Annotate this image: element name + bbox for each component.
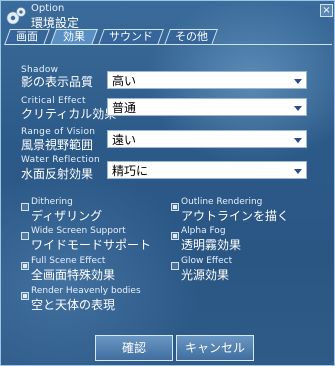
- tab-label: サウンド: [109, 30, 153, 43]
- tab-bar: 画面 効果 サウンド その他: [4, 29, 332, 45]
- chevron-down-icon: [294, 138, 302, 143]
- critical-effect-select[interactable]: 普通: [107, 98, 307, 116]
- water-reflection-select[interactable]: 精巧に: [107, 161, 307, 179]
- outline-rendering-label: アウトラインを描く: [181, 209, 290, 223]
- full-scene-effect-checkbox[interactable]: [21, 262, 29, 270]
- alpha-fog-label-en: Alpha Fog: [181, 226, 226, 236]
- tab-effects[interactable]: 効果: [50, 29, 98, 45]
- close-button[interactable]: ×: [320, 4, 333, 17]
- cancel-button[interactable]: キャンセル: [176, 335, 254, 361]
- window-title-english: Option: [31, 3, 65, 14]
- alpha-fog-checkbox[interactable]: [171, 232, 179, 240]
- chevron-down-icon: [294, 169, 302, 174]
- glow-effect-label: 光源効果: [181, 268, 230, 282]
- select-value: 高い: [112, 74, 137, 88]
- glow-effect-checkbox[interactable]: [171, 262, 179, 270]
- water-reflection-label-en: Water Reflection: [21, 155, 101, 165]
- tab-label: 効果: [63, 30, 85, 43]
- chevron-down-icon: [294, 79, 302, 84]
- wide-screen-checkbox[interactable]: [21, 232, 29, 240]
- glow-effect-label-en: Glow Effect: [181, 256, 233, 266]
- title-bar[interactable]: Option 環境設定 ×: [1, 1, 335, 31]
- confirm-button[interactable]: 確認: [95, 335, 173, 361]
- shadow-select[interactable]: 高い: [107, 71, 307, 89]
- range-of-vision-select[interactable]: 遠い: [107, 130, 307, 148]
- outline-rendering-checkbox[interactable]: [171, 203, 179, 211]
- tab-screen[interactable]: 画面: [4, 29, 50, 45]
- gear-icon: [6, 7, 26, 25]
- heavenly-bodies-label: 空と天体の表現: [31, 298, 116, 312]
- chevron-down-icon: [294, 106, 302, 111]
- shadow-label: 影の表示品質: [21, 75, 94, 89]
- select-value: 遠い: [112, 133, 137, 147]
- heavenly-bodies-checkbox[interactable]: [21, 292, 29, 300]
- range-of-vision-label: 風景視野範囲: [21, 138, 94, 152]
- outline-rendering-label-en: Outline Rendering: [181, 197, 263, 207]
- wide-screen-label: ワイドモードサポート: [31, 238, 152, 252]
- tab-label: その他: [174, 30, 208, 43]
- select-value: 精巧に: [112, 164, 149, 178]
- water-reflection-label: 水面反射効果: [21, 167, 94, 181]
- tab-label: 画面: [16, 30, 38, 43]
- full-scene-effect-label: 全画面特殊効果: [31, 268, 116, 282]
- wide-screen-label-en: Wide Screen Support: [31, 226, 126, 236]
- select-value: 普通: [112, 101, 137, 115]
- dithering-checkbox[interactable]: [21, 203, 29, 211]
- tab-sound[interactable]: サウンド: [98, 29, 164, 45]
- alpha-fog-label: 透明霧効果: [181, 238, 242, 252]
- critical-effect-label: クリティカル効果: [21, 107, 117, 121]
- full-scene-effect-label-en: Full Scene Effect: [31, 256, 106, 266]
- option-window: Option 環境設定 × 画面 効果 サウンド その他 Shadow 影の表示…: [0, 0, 335, 366]
- heavenly-bodies-label-en: Render Heavenly bodies: [31, 286, 141, 296]
- tab-divider: [5, 44, 332, 45]
- dithering-label-en: Dithering: [31, 197, 73, 207]
- dithering-label: ディザリング: [31, 209, 103, 223]
- tab-other[interactable]: その他: [164, 29, 218, 45]
